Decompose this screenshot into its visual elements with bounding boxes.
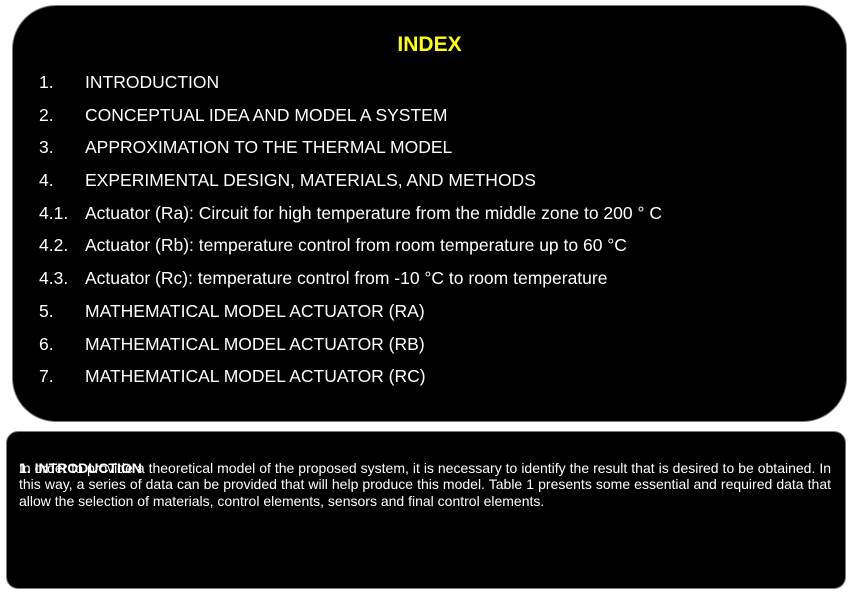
introduction-panel: 1. INTRODUCTION In order to provide a th… [6, 431, 846, 589]
index-item-number: 2. [39, 104, 54, 125]
index-item[interactable]: 6. MATHEMATICAL MODEL ACTUATOR (RB) [39, 332, 829, 365]
index-item[interactable]: 7. MATHEMATICAL MODEL ACTUATOR (RC) [39, 364, 829, 397]
index-item[interactable]: 4.1. Actuator (Ra): Circuit for high tem… [39, 201, 829, 234]
index-list: 1. INTRODUCTION 2. CONCEPTUAL IDEA AND M… [39, 70, 829, 397]
index-item-number: 4.3. [39, 268, 69, 289]
introduction-body: In order to provide a theoretical model … [19, 460, 831, 509]
index-item-number: 3. [39, 137, 54, 158]
index-item-number: 7. [39, 366, 54, 387]
index-item[interactable]: 4.3. Actuator (Rc): temperature control … [39, 266, 829, 299]
index-item-label: Actuator (Rb): temperature control from … [85, 235, 627, 256]
index-item[interactable]: 4. EXPERIMENTAL DESIGN, MATERIALS, AND M… [39, 168, 829, 201]
index-item-label: MATHEMATICAL MODEL ACTUATOR (RB) [85, 333, 425, 354]
index-item-label: APPROXIMATION TO THE THERMAL MODEL [85, 137, 453, 158]
index-item-number: 4. [39, 170, 54, 191]
index-item-number: 4.1. [39, 202, 69, 223]
index-item[interactable]: 3. APPROXIMATION TO THE THERMAL MODEL [39, 135, 829, 168]
index-item-number: 6. [39, 333, 54, 354]
index-title: INDEX [397, 33, 462, 56]
index-item-label: MATHEMATICAL MODEL ACTUATOR (RA) [85, 300, 425, 321]
index-item-label: EXPERIMENTAL DESIGN, MATERIALS, AND METH… [85, 170, 536, 191]
index-item-label: INTRODUCTION [85, 72, 220, 92]
index-panel: INDEX 1. INTRODUCTION 2. CONCEPTUAL IDEA… [12, 5, 847, 422]
index-item[interactable]: 1. INTRODUCTION [39, 70, 829, 103]
index-item-number: 1. [39, 72, 54, 92]
index-item-label: Actuator (Ra): Circuit for high temperat… [85, 202, 662, 223]
index-item[interactable]: 2. CONCEPTUAL IDEA AND MODEL A SYSTEM [39, 103, 829, 136]
index-item-number: 5. [39, 300, 54, 321]
index-item-label: Actuator (Rc): temperature control from … [85, 268, 608, 289]
index-item-label: MATHEMATICAL MODEL ACTUATOR (RC) [85, 366, 426, 387]
index-item-label: CONCEPTUAL IDEA AND MODEL A SYSTEM [85, 104, 448, 125]
index-item-number: 4.2. [39, 235, 69, 256]
index-item[interactable]: 5. MATHEMATICAL MODEL ACTUATOR (RA) [39, 299, 829, 332]
index-item[interactable]: 4.2. Actuator (Rb): temperature control … [39, 233, 829, 266]
